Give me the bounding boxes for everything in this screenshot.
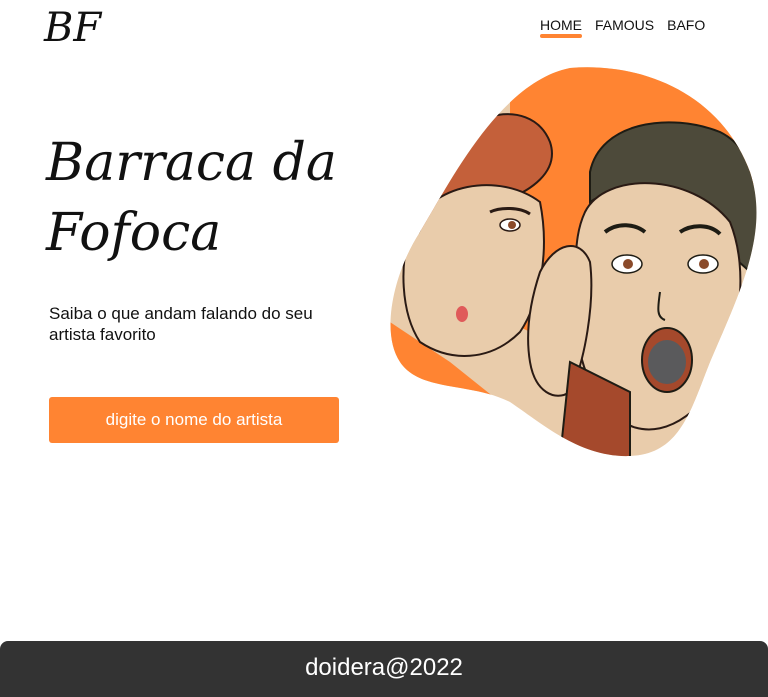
footer: doidera@2022 xyxy=(0,641,768,697)
main-nav: HOME FAMOUS BAFO xyxy=(540,16,705,38)
nav-famous[interactable]: FAMOUS xyxy=(595,16,654,34)
logo[interactable]: BF xyxy=(44,6,122,50)
hero-title: Barraca da Fofoca xyxy=(46,133,337,263)
nav-home[interactable]: HOME xyxy=(540,16,582,38)
nav-bafo[interactable]: BAFO xyxy=(667,16,705,34)
logo-text: BF xyxy=(44,5,102,51)
search-artist-button[interactable]: digite o nome do artista xyxy=(49,397,339,443)
hero-subtitle: Saiba o que andam falando do seu artista… xyxy=(49,304,313,344)
footer-copyright: doidera@2022 xyxy=(305,654,463,681)
gossip-illustration xyxy=(390,67,757,457)
